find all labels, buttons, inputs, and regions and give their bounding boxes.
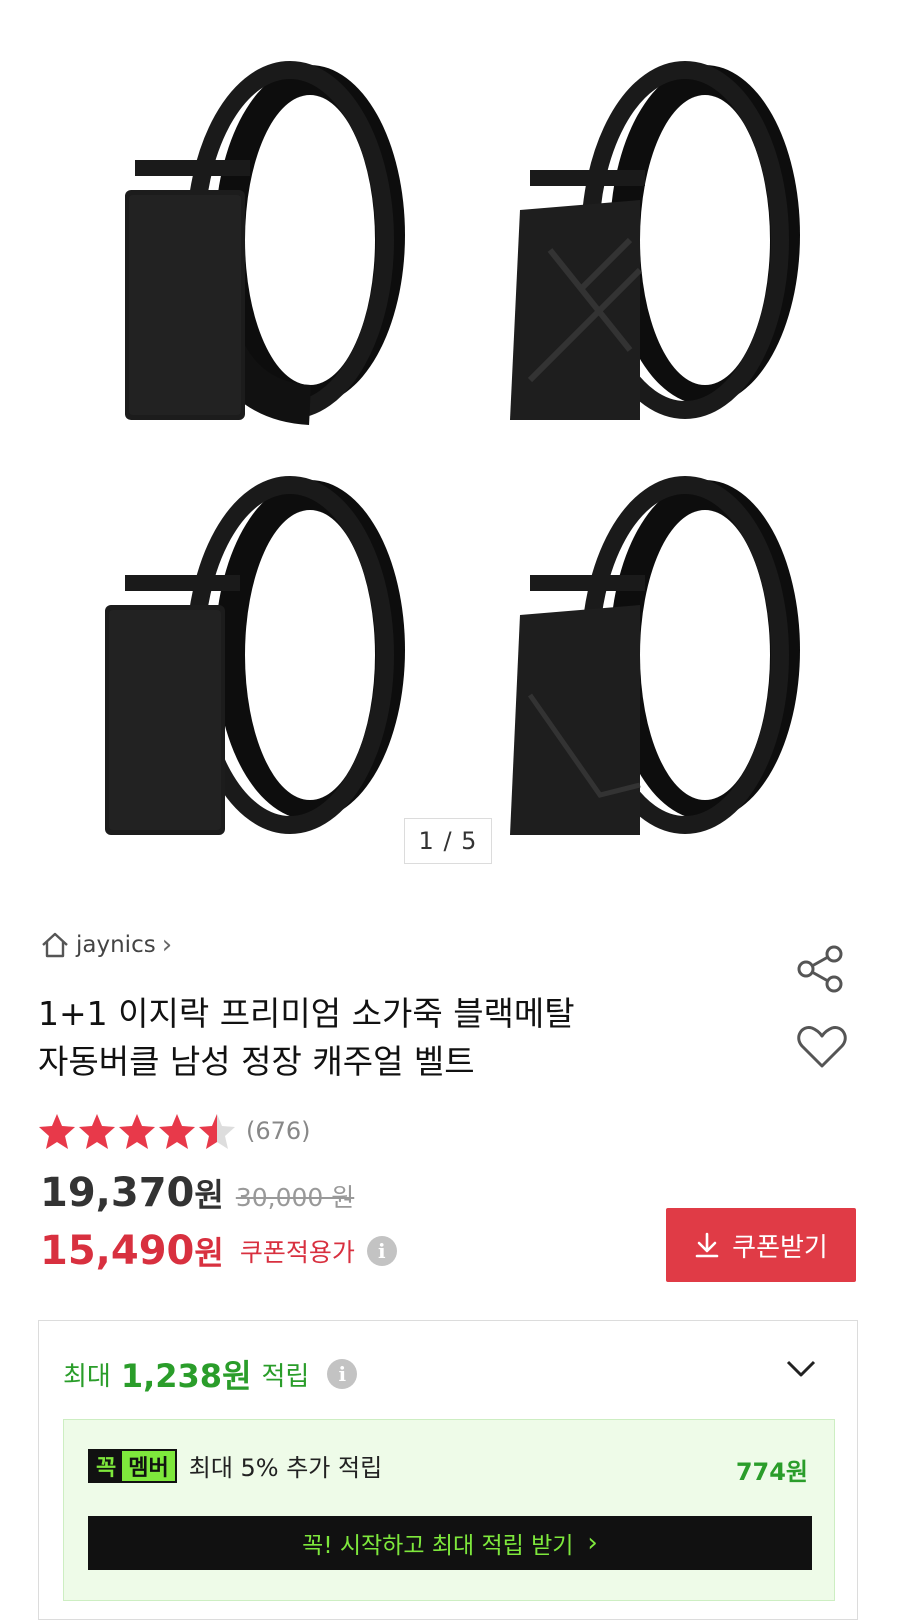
price-row: 19,370원 30,000 원 [40, 1170, 354, 1216]
seller-link[interactable]: jaynics › [40, 930, 172, 960]
member-badge-part2: 멤버 [122, 1450, 175, 1481]
star-icon [79, 1114, 115, 1149]
coupon-price-label: 쿠폰적용가 [239, 1238, 355, 1267]
original-price: 30,000 원 [235, 1183, 355, 1212]
heart-icon [797, 1026, 847, 1068]
expand-button[interactable] [785, 1359, 817, 1383]
share-icon [797, 945, 843, 993]
info-icon[interactable]: i [327, 1359, 358, 1389]
start-member-button[interactable]: 꼭! 시작하고 최대 적립 받기 › [88, 1516, 812, 1570]
start-member-label: 꼭! 시작하고 최대 적립 받기 [302, 1533, 574, 1559]
member-benefit-line: 꼭 멤버 최대 5% 추가 적립 [88, 1448, 382, 1483]
review-count: (676) [246, 1117, 311, 1145]
reward-suffix: 적립 [261, 1361, 310, 1392]
reward-prefix: 최대 [63, 1361, 111, 1392]
belt-image-4 [490, 455, 810, 845]
star-icon [159, 1114, 195, 1149]
chevron-down-icon [786, 1360, 816, 1377]
rating[interactable]: (676) [38, 1112, 311, 1150]
download-icon [695, 1232, 719, 1258]
member-benefit-amount: 774원 [735, 1458, 808, 1486]
product-image-gallery[interactable]: 1 / 5 [0, 0, 900, 880]
chevron-right-icon: › [587, 1528, 598, 1558]
star-icon [119, 1114, 155, 1149]
seller-name: jaynics [76, 932, 156, 958]
share-button[interactable] [796, 944, 846, 998]
member-benefit-box: 꼭 멤버 최대 5% 추가 적립 774원 꼭! 시작하고 최대 적립 받기 › [63, 1419, 835, 1601]
product-title-line1: 1+1 이지락 프리미엄 소가죽 블랙메탈 [38, 994, 575, 1033]
reward-summary[interactable]: 최대 1,238원 적립 i [63, 1351, 358, 1397]
product-title-line2: 자동버클 남성 정장 캐주얼 벨트 [38, 1042, 475, 1081]
info-icon[interactable]: i [366, 1236, 397, 1266]
reward-amount: 1,238원 [120, 1357, 252, 1395]
get-coupon-label: 쿠폰받기 [732, 1232, 828, 1263]
coupon-price: 15,490원 [40, 1228, 224, 1274]
home-icon [42, 932, 68, 958]
star-icon [39, 1114, 75, 1149]
image-counter: 1 / 5 [404, 818, 492, 864]
belt-image-3 [95, 455, 415, 845]
product-title: 1+1 이지락 프리미엄 소가죽 블랙메탈 자동버클 남성 정장 캐주얼 벨트 [38, 990, 718, 1086]
belt-image-1 [95, 40, 415, 430]
coupon-price-row: 15,490원 쿠폰적용가 i [40, 1228, 397, 1274]
star-icon [199, 1114, 235, 1149]
star-rating [38, 1112, 236, 1150]
member-benefit-text: 최대 5% 추가 적립 [188, 1454, 383, 1482]
reward-panel: 최대 1,238원 적립 i 꼭 멤버 최대 5% 추가 적립 774원 꼭! … [38, 1320, 858, 1620]
chevron-right-icon: › [161, 930, 173, 960]
member-badge: 꼭 멤버 [88, 1448, 177, 1483]
get-coupon-button[interactable]: 쿠폰받기 [666, 1208, 856, 1282]
sale-price: 19,370원 [40, 1170, 224, 1216]
belt-image-2 [490, 40, 810, 430]
wishlist-button[interactable] [796, 1024, 848, 1074]
member-badge-part1: 꼭 [90, 1450, 123, 1481]
